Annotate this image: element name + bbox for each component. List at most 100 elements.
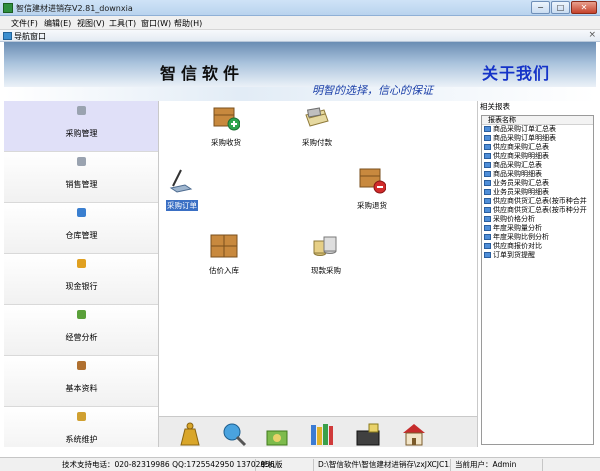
reports-title: 相关报表 — [480, 102, 510, 111]
func-estimate-stock[interactable]: 估价入库 — [194, 231, 254, 279]
receive-goods-icon — [213, 107, 240, 131]
payment-icon — [305, 107, 329, 127]
sidebar-item-label: 仓库管理 — [65, 231, 98, 240]
banner-stripe — [4, 87, 596, 101]
report-icon — [484, 234, 491, 240]
sidebar-item-label: 采购管理 — [65, 129, 98, 138]
basic-data-icon — [77, 361, 86, 370]
maximize-button[interactable]: □ — [551, 1, 570, 14]
report-icon — [484, 189, 491, 195]
sidebar-item-basic-data[interactable]: 基本资料 — [4, 356, 158, 407]
report-icon — [484, 225, 491, 231]
sales-register-icon[interactable] — [355, 421, 381, 447]
status-bar: 技术支持电话：020-82319986 QQ:1725542950 137028… — [0, 457, 600, 471]
menu-edit[interactable]: 编辑(E) — [44, 18, 71, 29]
banner: 智信软件 明智的选择，信心的保证 关于我们 — [4, 42, 596, 101]
func-label: 估价入库 — [209, 266, 239, 275]
analysis-icon — [77, 310, 86, 319]
menu-help[interactable]: 帮助(H) — [174, 18, 202, 29]
report-icon — [484, 216, 491, 222]
cash-purchase-icon — [313, 236, 337, 256]
status-mode: 单机版 — [258, 459, 314, 471]
function-panel: 采购收货 采购付款 采购订单 采购退货 估价入库 现款采购 — [159, 101, 477, 416]
report-item[interactable]: 商品采购订单明细表 — [482, 134, 593, 143]
report-item[interactable]: 供应商供货汇总表(按币种分开 — [482, 206, 593, 215]
func-label: 现款采购 — [311, 266, 341, 275]
func-return-goods[interactable]: 采购退货 — [342, 166, 402, 214]
sidebar-item-cash[interactable]: 现金银行 — [4, 254, 158, 305]
report-item[interactable]: 业务员采购明细表 — [482, 188, 593, 197]
report-item[interactable]: 商品采购订单汇总表 — [482, 125, 593, 134]
report-icon — [484, 135, 491, 141]
return-goods-icon — [359, 168, 386, 194]
money-bag-icon[interactable] — [177, 421, 203, 447]
company-name: 智信软件 — [160, 64, 245, 83]
sidebar: 采购管理 销售管理 仓库管理 现金银行 经营分析 基本资料 系统维护 — [4, 101, 159, 447]
nav-close-icon[interactable]: × — [588, 30, 596, 40]
sales-icon — [77, 157, 86, 166]
report-item[interactable]: 业务员采购汇总表 — [482, 179, 593, 188]
reports-panel: 相关报表 报表名称 商品采购订单汇总表 商品采购订单明细表 供应商采购汇总表 供… — [477, 101, 596, 447]
money-icon[interactable] — [265, 421, 291, 447]
shop-icon[interactable] — [401, 421, 427, 447]
sidebar-item-label: 基本资料 — [65, 384, 98, 393]
report-icon — [484, 162, 491, 168]
title-bar: 智信建材进销存V2.81_downxia − □ ✕ — [0, 0, 600, 16]
report-item[interactable]: 年度采购量分析 — [482, 224, 593, 233]
sidebar-item-system[interactable]: 系统维护 — [4, 407, 158, 447]
nav-window-label: 导航窗口 — [14, 32, 46, 41]
report-icon — [484, 243, 491, 249]
status-support: 技术支持电话：020-82319986 QQ:1725542950 137028… — [62, 459, 275, 471]
sidebar-item-label: 系统维护 — [65, 435, 98, 444]
report-item[interactable]: 供应商采购明细表 — [482, 152, 593, 161]
menu-file[interactable]: 文件(F) — [11, 18, 38, 29]
sidebar-item-warehouse[interactable]: 仓库管理 — [4, 203, 158, 254]
window-title: 智信建材进销存V2.81_downxia — [16, 4, 133, 13]
menu-tools[interactable]: 工具(T) — [109, 18, 136, 29]
status-user: 当前用户：Admin — [453, 459, 543, 471]
report-item[interactable]: 采购价格分析 — [482, 215, 593, 224]
books-icon[interactable] — [309, 421, 335, 447]
func-label: 采购退货 — [357, 201, 387, 210]
report-item[interactable]: 年度采购比例分析 — [482, 233, 593, 242]
nav-window-header: 导航窗口 × — [0, 30, 600, 42]
minimize-button[interactable]: − — [531, 1, 550, 14]
reports-column-header: 报表名称 — [482, 116, 593, 125]
report-item[interactable]: 商品采购汇总表 — [482, 161, 593, 170]
report-icon — [484, 144, 491, 150]
close-button[interactable]: ✕ — [571, 1, 597, 14]
report-item[interactable]: 商品采购明细表 — [482, 170, 593, 179]
report-item[interactable]: 供应商报价对比 — [482, 242, 593, 251]
menu-bar: 文件(F) 编辑(E) 视图(V) 工具(T) 窗口(W) 帮助(H) — [0, 16, 600, 30]
func-payment[interactable]: 采购付款 — [287, 103, 347, 151]
nav-window-icon — [3, 32, 12, 40]
sidebar-item-purchase[interactable]: 采购管理 — [4, 101, 158, 152]
menu-view[interactable]: 视图(V) — [77, 18, 105, 29]
bottom-icon-strip — [159, 416, 477, 447]
report-item[interactable]: 订单到货提醒 — [482, 251, 593, 260]
func-label: 采购付款 — [302, 138, 332, 147]
sidebar-item-label: 经营分析 — [65, 333, 98, 342]
estimate-stock-icon — [210, 234, 238, 258]
sidebar-item-label: 销售管理 — [65, 180, 98, 189]
cash-icon — [77, 259, 86, 268]
about-us-link[interactable]: 关于我们 — [482, 60, 550, 84]
report-item[interactable]: 供应商供货汇总表(按币种合并 — [482, 197, 593, 206]
report-item[interactable]: 供应商采购汇总表 — [482, 143, 593, 152]
menu-window[interactable]: 窗口(W) — [141, 18, 171, 29]
func-purchase-order[interactable]: 采购订单 — [161, 166, 221, 214]
report-icon — [484, 198, 491, 204]
report-icon — [484, 252, 491, 258]
func-receive-goods[interactable]: 采购收货 — [196, 103, 256, 151]
sidebar-item-sales[interactable]: 销售管理 — [4, 152, 158, 203]
func-cash-purchase[interactable]: 现款采购 — [296, 231, 356, 279]
reports-list[interactable]: 报表名称 商品采购订单汇总表 商品采购订单明细表 供应商采购汇总表 供应商采购明… — [481, 115, 594, 445]
sidebar-item-analysis[interactable]: 经营分析 — [4, 305, 158, 356]
func-label: 采购订单 — [166, 200, 198, 211]
search-globe-icon[interactable] — [221, 421, 247, 447]
system-icon — [77, 412, 86, 421]
purchase-order-icon — [169, 169, 193, 193]
warehouse-icon — [77, 208, 86, 217]
report-icon — [484, 180, 491, 186]
report-icon — [484, 126, 491, 132]
